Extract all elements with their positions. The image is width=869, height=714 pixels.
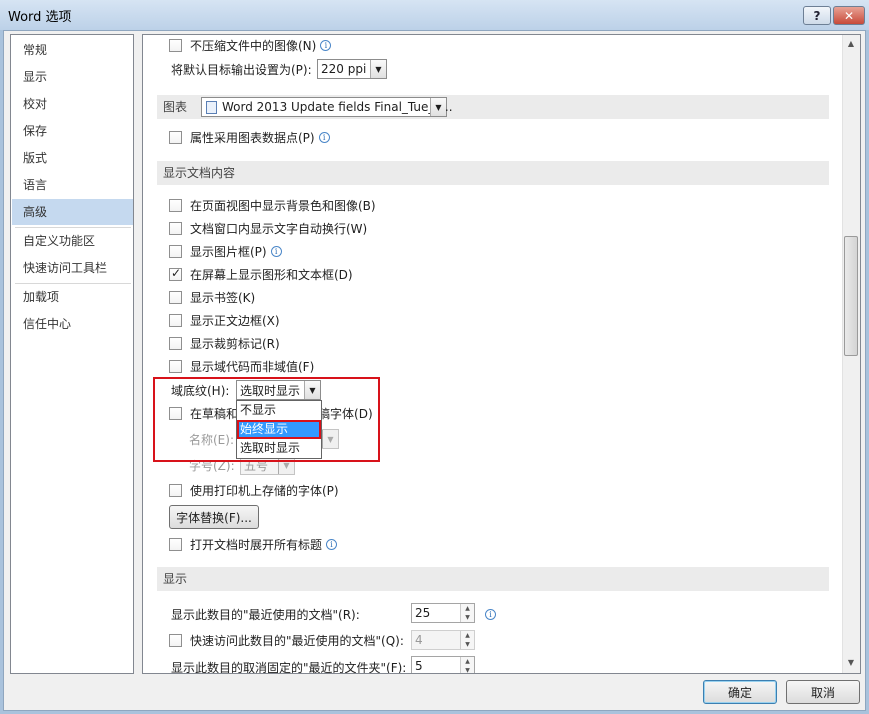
text-boundaries-label: 显示正文边框(X)	[190, 313, 280, 328]
show-drawings-checkbox[interactable]	[169, 266, 182, 281]
show-drawings-row[interactable]: 在屏幕上显示图形和文本框(D)	[169, 264, 353, 284]
show-content-section-header: 显示文档内容	[157, 161, 829, 185]
scroll-down-icon[interactable]: ▼	[845, 656, 857, 670]
info-icon: i	[320, 39, 332, 51]
text-boundaries-row[interactable]: 显示正文边框(X)	[169, 310, 280, 330]
show-bg-label: 在页面视图中显示背景色和图像(B)	[190, 198, 376, 213]
sidebar-item-general[interactable]: 常规	[12, 37, 133, 63]
wrap-text-label: 文档窗口内显示文字自动换行(W)	[190, 221, 368, 236]
quick-access-checkbox[interactable]	[169, 633, 182, 647]
recent-docs-value: 25	[415, 606, 431, 620]
recent-folders-label: 显示此数目的取消固定的"最近的文件夹"(F):	[171, 660, 407, 674]
printer-fonts-label: 使用打印机上存储的字体(P)	[190, 483, 339, 498]
cancel-button[interactable]: 取消	[786, 680, 860, 704]
font-substitution-button[interactable]: 字体替换(F)...	[169, 505, 259, 529]
chevron-down-icon[interactable]: ▼	[370, 60, 386, 78]
spin-arrows-icon: ▲ ▼	[460, 631, 474, 649]
picture-placeholder-checkbox[interactable]	[169, 244, 182, 258]
quick-access-value: 4	[415, 633, 423, 647]
show-bg-row[interactable]: 在页面视图中显示背景色和图像(B)	[169, 195, 376, 215]
recent-folders-stepper[interactable]: 5 ▲ ▼	[411, 656, 475, 673]
ok-button[interactable]: 确定	[703, 680, 777, 704]
wrap-text-checkbox[interactable]	[169, 221, 182, 235]
field-codes-checkbox[interactable]	[169, 359, 182, 373]
info-icon: i	[485, 609, 496, 620]
chevron-down-icon[interactable]: ▼	[430, 98, 446, 116]
word-document-icon	[206, 101, 217, 114]
show-content-section-title: 显示文档内容	[163, 166, 236, 180]
spin-arrows-icon[interactable]: ▲ ▼	[460, 657, 474, 673]
sidebar-item-save[interactable]: 保存	[12, 118, 133, 144]
spin-arrows-icon[interactable]: ▲ ▼	[460, 604, 474, 622]
display-section-header: 显示	[157, 567, 829, 591]
sidebar-item-customize-ribbon[interactable]: 自定义功能区	[12, 228, 133, 254]
recent-docs-stepper[interactable]: 25 ▲ ▼	[411, 603, 475, 623]
expand-headings-checkbox[interactable]	[169, 537, 182, 551]
chart-properties-row[interactable]: 属性采用图表数据点(P) i	[169, 127, 330, 147]
options-panel: 不压缩文件中的图像(N) i 将默认目标输出设置为(P): 220 ppi ▼ …	[142, 34, 861, 674]
scrollbar-thumb[interactable]	[844, 236, 858, 356]
show-bg-checkbox[interactable]	[169, 198, 182, 212]
crop-marks-checkbox[interactable]	[169, 336, 182, 350]
annotation-box	[153, 377, 380, 462]
show-bookmarks-checkbox[interactable]	[169, 290, 182, 304]
sidebar-item-language[interactable]: 语言	[12, 172, 133, 198]
field-codes-row[interactable]: 显示域代码而非域值(F)	[169, 356, 314, 376]
show-bookmarks-row[interactable]: 显示书签(K)	[169, 287, 255, 307]
printer-fonts-row[interactable]: 使用打印机上存储的字体(P)	[169, 480, 339, 500]
picture-placeholder-label: 显示图片框(P)	[190, 244, 267, 259]
no-compress-checkbox[interactable]	[169, 38, 182, 52]
quick-access-row[interactable]: 快速访问此数目的"最近使用的文档"(Q):	[169, 630, 404, 650]
recent-folders-value: 5	[415, 659, 423, 673]
chart-properties-label: 属性采用图表数据点(P)	[190, 130, 315, 145]
field-codes-label: 显示域代码而非域值(F)	[190, 359, 315, 374]
watermark-text: 路由器	[728, 655, 785, 675]
sidebar-item-quick-access-toolbar[interactable]: 快速访问工具栏	[12, 255, 133, 281]
sidebar-item-addins[interactable]: 加载项	[12, 284, 133, 310]
chart-properties-checkbox[interactable]	[169, 130, 182, 144]
sidebar-item-layout[interactable]: 版式	[12, 145, 133, 171]
chart-section-title: 图表	[163, 100, 188, 114]
sidebar-item-advanced[interactable]: 高级	[12, 199, 133, 225]
help-button[interactable]: ?	[803, 6, 831, 25]
display-section-title: 显示	[163, 572, 188, 586]
close-button[interactable]: ✕	[833, 6, 865, 25]
picture-placeholder-row[interactable]: 显示图片框(P) i	[169, 241, 282, 261]
no-compress-row[interactable]: 不压缩文件中的图像(N) i	[169, 35, 332, 55]
printer-fonts-checkbox[interactable]	[169, 483, 182, 497]
quick-access-stepper[interactable]: 4 ▲ ▼	[411, 630, 475, 650]
text-boundaries-checkbox[interactable]	[169, 313, 182, 327]
info-icon: i	[326, 538, 338, 550]
show-drawings-label: 在屏幕上显示图形和文本框(D)	[190, 267, 353, 282]
chart-document-dropdown[interactable]: Word 2013 Update fields Final_Tue_jj... …	[201, 97, 453, 117]
window-title: Word 选项	[8, 10, 72, 25]
scroll-up-icon[interactable]: ▲	[845, 37, 857, 51]
show-bookmarks-label: 显示书签(K)	[190, 290, 256, 305]
title-bar	[0, 0, 869, 30]
watermark-logo-icon	[705, 648, 727, 670]
quick-access-label: 快速访问此数目的"最近使用的文档"(Q):	[190, 633, 404, 648]
info-icon: i	[270, 245, 282, 257]
chart-document-name: Word 2013 Update fields Final_Tue_jj...	[222, 100, 453, 114]
crop-marks-row[interactable]: 显示裁剪标记(R)	[169, 333, 280, 353]
default-output-value: 220 ppi	[321, 62, 367, 76]
wrap-text-row[interactable]: 文档窗口内显示文字自动换行(W)	[169, 218, 367, 238]
expand-headings-row[interactable]: 打开文档时展开所有标题 i	[169, 534, 338, 554]
no-compress-label: 不压缩文件中的图像(N)	[190, 38, 317, 53]
default-output-label: 将默认目标输出设置为(P):	[171, 62, 312, 77]
sidebar-item-trust-center[interactable]: 信任中心	[12, 311, 133, 337]
expand-headings-label: 打开文档时展开所有标题	[190, 537, 323, 552]
sidebar-nav: 常规 显示 校对 保存 版式 语言 高级 自定义功能区 快速访问工具栏 加载项 …	[10, 34, 134, 674]
sidebar-item-display[interactable]: 显示	[12, 64, 133, 90]
recent-docs-label: 显示此数目的"最近使用的文档"(R):	[171, 607, 360, 622]
crop-marks-label: 显示裁剪标记(R)	[190, 336, 280, 351]
info-icon: i	[318, 131, 330, 143]
default-output-dropdown[interactable]: 220 ppi ▼	[317, 59, 387, 79]
sidebar-item-proofing[interactable]: 校对	[12, 91, 133, 117]
